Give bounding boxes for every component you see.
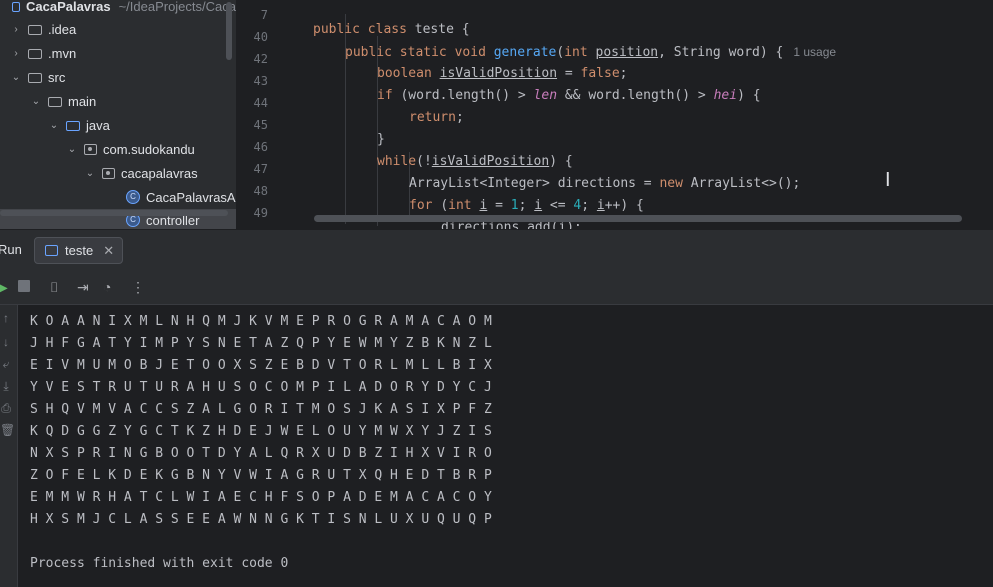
tree-item-label: java: [86, 117, 110, 133]
project-path: ~/IdeaProjects/Caca: [118, 0, 236, 14]
exit-icon[interactable]: ⇥: [77, 279, 89, 295]
code-line: 44 return;: [236, 77, 993, 125]
scroll-up-icon[interactable]: ↑: [0, 311, 12, 325]
tree-item-label: cacapalavras: [121, 165, 198, 181]
project-tree: CacaPalavras ~/IdeaProjects/Caca › .idea…: [0, 0, 236, 229]
tree-vertical-scrollbar[interactable]: [226, 2, 232, 60]
code-line: 46 while(!isValidPosition) {: [236, 121, 993, 169]
project-name: CacaPalavras: [25, 0, 111, 14]
console-line: Z O F E L K D E K G B N Y V W I A G R U …: [30, 468, 492, 483]
code-line: 7 public class teste {: [236, 0, 993, 37]
chevron-down-icon[interactable]: ⌄: [84, 168, 96, 179]
folder-icon: [48, 97, 62, 107]
text-cursor-icon: I: [885, 169, 891, 191]
console-line: K Q D G G Z Y G C T K Z H D E J W E L O …: [30, 424, 492, 439]
tree-item-idea[interactable]: › .idea: [0, 18, 236, 40]
console-line: J H F G A T Y I M P Y S N E T A Z Q P Y …: [30, 336, 492, 351]
chevron-right-icon[interactable]: ›: [10, 48, 22, 59]
folder-icon: [28, 25, 42, 35]
chevron-down-icon[interactable]: ⌄: [66, 144, 78, 155]
close-icon[interactable]: ✕: [103, 243, 114, 259]
code-line: 49 directions.add(i);: [236, 187, 993, 229]
run-panel-title[interactable]: Run: [0, 242, 22, 257]
tree-item-cacapalavras[interactable]: ⌄ cacapalavras: [0, 162, 236, 184]
code-line: 42 boolean isValidPosition = false;: [236, 33, 993, 81]
console-line: H X S M J C L A S S E E A W N N G K T I …: [30, 512, 492, 527]
scroll-down-icon[interactable]: ↓: [0, 335, 12, 349]
print-icon[interactable]: ⎙: [0, 401, 12, 416]
tree-item-src[interactable]: ⌄ src: [0, 66, 236, 88]
console-line: K O A A N I X M L N H Q M J K V M E P R …: [30, 314, 492, 329]
tree-horizontal-scrollbar[interactable]: [0, 210, 228, 216]
tree-item-label: .idea: [48, 21, 77, 37]
code-line: 40 public static void generate(int posit…: [236, 11, 993, 60]
tree-item-mvn[interactable]: › .mvn: [0, 42, 236, 64]
console-line: Y V E S T R U T U R A H U S O C O M P I …: [30, 380, 492, 395]
tree-item-label: main: [68, 93, 97, 109]
camera-icon[interactable]: ⌷: [50, 279, 58, 295]
tab-run-teste[interactable]: teste ✕: [34, 237, 123, 264]
package-icon: [102, 167, 115, 179]
tree-item-cacapalavras-app[interactable]: C CacaPalavrasA: [0, 186, 236, 208]
console-side-toolbar: ↑ ↓ ⤶ ⤓ ⎙ 🗑: [0, 305, 18, 587]
chevron-down-icon[interactable]: ⌄: [48, 120, 60, 131]
tree-item-java[interactable]: ⌄ java: [0, 114, 236, 136]
trash-icon[interactable]: 🗑: [0, 423, 15, 437]
soft-wrap-icon[interactable]: ⤶: [0, 357, 12, 372]
tree-item-label: .mvn: [48, 45, 77, 61]
class-icon: C: [126, 190, 140, 204]
tree-item-main[interactable]: ⌄ main: [0, 90, 236, 112]
tree-item-label: com.sudokandu: [103, 141, 195, 157]
package-icon: [84, 143, 97, 155]
code-line: 47 ArrayList<Integer> directions = new A…: [236, 143, 993, 191]
stop-icon[interactable]: [18, 280, 30, 292]
code-line: 45 }: [236, 99, 993, 147]
run-toolbar: ▶ ⌷ ⇥ ◔ ⋮: [0, 271, 993, 305]
run-panel-header: Run teste ✕: [0, 229, 993, 271]
tree-item-project-root[interactable]: CacaPalavras ~/IdeaProjects/Caca: [0, 0, 236, 17]
process-exit-message: Process finished with exit code 0: [30, 556, 289, 571]
console-line: E I V M U M O B J E T O O X S Z E B D V …: [30, 358, 492, 373]
more-options-icon[interactable]: ⋮: [131, 279, 145, 295]
chevron-right-icon[interactable]: ›: [10, 24, 22, 35]
run-config-icon: [45, 245, 58, 256]
code-editor[interactable]: 7 public class teste { 40 public static …: [236, 0, 993, 229]
rerun-icon[interactable]: ▶: [0, 279, 8, 295]
console-line: N X S P R I N G B O O T D Y A L Q R X U …: [30, 446, 492, 461]
code-line: 43 if (word.length() > len && word.lengt…: [236, 55, 993, 103]
tree-item-label: CacaPalavrasA: [146, 189, 236, 205]
source-folder-icon: [66, 121, 80, 131]
chevron-down-icon[interactable]: ⌄: [30, 96, 42, 107]
console-line: S H Q V M V A C C S Z A L G O R I T M O …: [30, 402, 492, 417]
chevron-down-icon[interactable]: ⌄: [10, 72, 22, 83]
folder-icon: [28, 73, 42, 83]
profiler-icon[interactable]: ◔: [103, 279, 111, 295]
folder-icon: [28, 49, 42, 59]
scroll-to-end-icon[interactable]: ⤓: [0, 379, 12, 394]
console-output[interactable]: K O A A N I X M L N H Q M J K V M E P R …: [18, 305, 993, 587]
code-line: 48 for (int i = 1; i <= 4; i++) {: [236, 165, 993, 213]
tree-item-com-sudokandu[interactable]: ⌄ com.sudokandu: [0, 138, 236, 160]
console-line: E M M W R H A T C L W I A E C H F S O P …: [30, 490, 492, 505]
module-icon: [12, 2, 20, 12]
editor-horizontal-scrollbar[interactable]: [314, 215, 962, 222]
tree-item-label: src: [48, 69, 66, 85]
tab-label: teste: [65, 243, 94, 258]
